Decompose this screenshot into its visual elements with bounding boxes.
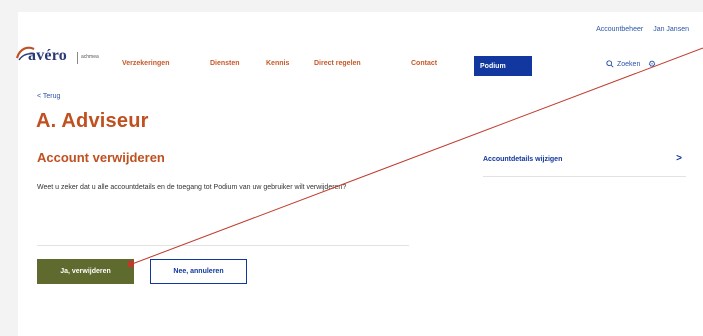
main-navigation: Verzekeringen Diensten Kennis Direct reg… bbox=[0, 56, 703, 76]
confirm-delete-button[interactable]: Ja, verwijderen bbox=[37, 259, 134, 284]
divider bbox=[37, 245, 409, 246]
nav-item-verzekeringen[interactable]: Verzekeringen bbox=[122, 60, 169, 67]
nav-item-diensten[interactable]: Diensten bbox=[210, 60, 240, 67]
nav-item-direct-regelen[interactable]: Direct regelen bbox=[314, 60, 361, 67]
back-link[interactable]: < Terug bbox=[37, 93, 60, 100]
chevron-right-icon: > bbox=[676, 153, 682, 164]
search-button[interactable]: Zoeken bbox=[606, 60, 640, 68]
search-label: Zoeken bbox=[617, 60, 641, 68]
nav-item-kennis[interactable]: Kennis bbox=[266, 60, 289, 67]
page-title: A. Adviseur bbox=[36, 110, 149, 132]
top-utility-bar: Accountbeheer Jan Jansen bbox=[596, 26, 689, 33]
nav-item-contact[interactable]: Contact bbox=[411, 60, 437, 67]
gear-icon[interactable]: ⚙ bbox=[648, 59, 656, 70]
confirmation-message: Weet u zeker dat u alle accountdetails e… bbox=[37, 184, 347, 191]
account-details-edit-link[interactable]: Accountdetails wijzigen > bbox=[483, 152, 686, 177]
section-title: Account verwijderen bbox=[37, 150, 165, 165]
cancel-button[interactable]: Nee, annuleren bbox=[150, 259, 247, 284]
user-name-link[interactable]: Jan Jansen bbox=[653, 26, 689, 33]
account-details-edit-label: Accountdetails wijzigen bbox=[483, 156, 563, 163]
nav-item-podium[interactable]: Podium bbox=[474, 56, 532, 76]
account-management-link[interactable]: Accountbeheer bbox=[596, 26, 643, 33]
search-icon bbox=[606, 60, 614, 68]
